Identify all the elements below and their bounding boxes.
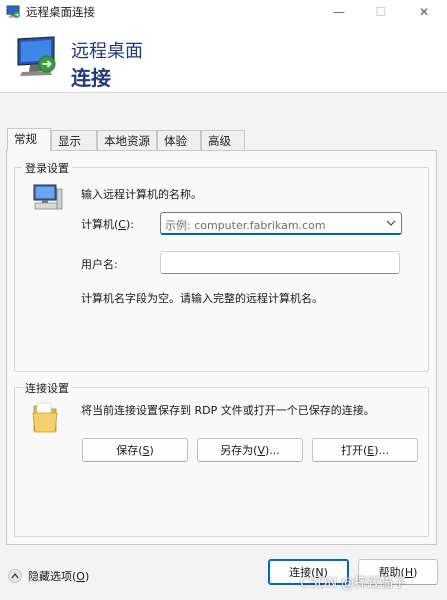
tab-display[interactable]: 显示 [51,130,97,150]
username-label: 用户名: [81,258,118,271]
tab-local-resources[interactable]: 本地资源 [97,130,157,150]
watermark-text: CSDN @摔跤猫子 [300,576,407,591]
connection-description: 将当前连接设置保存到 RDP 文件或打开一个已保存的连接。 [81,404,375,417]
tab-advanced[interactable]: 高级 [201,130,245,150]
tab-panel-general: 登录设置 输入远程计算机的名称。 计算机(C): 示例: computer.fa… [6,150,437,545]
hide-options-toggle[interactable]: 隐藏选项(O) [8,568,89,584]
save-button[interactable]: 保存(S) [82,438,188,462]
folder-icon [32,402,58,433]
computer-combobox[interactable]: 示例: computer.fabrikam.com [160,212,402,235]
computer-icon [33,184,63,210]
tab-general[interactable]: 常规 [7,128,51,151]
minimize-button[interactable]: — [316,0,362,23]
login-settings-title: 登录设置 [22,160,72,176]
hide-options-label[interactable]: 隐藏选项(O) [28,568,89,584]
tab-experience[interactable]: 体验 [157,130,201,150]
maximize-button[interactable]: ☐ [358,0,404,23]
chevron-down-icon[interactable] [386,220,396,227]
remote-desktop-icon [6,5,20,18]
save-as-button[interactable]: 另存为(V)... [197,438,303,462]
close-button[interactable]: ✕ [401,0,447,23]
computer-label: 计算机(C): [81,218,134,231]
header-title-line2: 连接 [71,66,111,90]
login-intro-text: 输入远程计算机的名称。 [81,188,202,201]
header-title-line1: 远程桌面 [71,41,143,62]
connection-settings-group: 连接设置 将当前连接设置保存到 RDP 文件或打开一个已保存的连接。 保存(S)… [14,380,429,537]
header-banner: 远程桌面 连接 [0,23,447,93]
title-bar: 远程桌面连接 — ☐ ✕ [0,0,447,23]
connection-settings-title: 连接设置 [22,380,72,396]
username-field[interactable] [160,251,400,274]
chevron-up-icon[interactable] [8,569,22,583]
window-title: 远程桌面连接 [26,5,95,19]
remote-desktop-icon [17,36,56,76]
open-button[interactable]: 打开(E)... [312,438,418,462]
computer-name-hint: 计算机名字段为空。请输入完整的远程计算机名。 [81,292,323,305]
login-settings-group: 登录设置 输入远程计算机的名称。 计算机(C): 示例: computer.fa… [14,160,429,372]
computer-placeholder: 示例: computer.fabrikam.com [165,219,326,232]
